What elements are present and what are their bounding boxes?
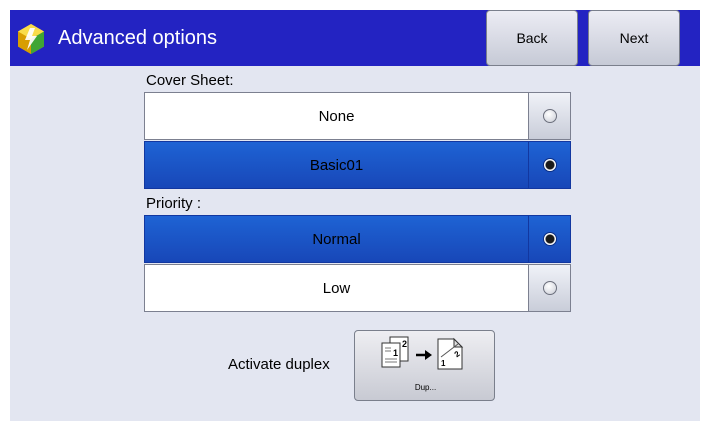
page-number: 1 [393,348,398,358]
advanced-options-screen: Advanced options Back Next Cover Sheet: … [10,10,700,421]
cover-sheet-option-none[interactable]: None [144,92,571,140]
page-number: 1 [441,359,446,368]
option-label: None [144,92,529,140]
duplex-pages-icon: 2 1 2 1 [381,336,464,370]
option-label: Basic01 [144,141,529,189]
priority-option-low[interactable]: Low [144,264,571,312]
radio-selected-icon [542,232,557,246]
radio-unselected-icon [542,109,557,123]
radio-selected-icon [542,158,557,172]
priority-label: Priority : [146,195,202,212]
back-button[interactable]: Back [486,10,578,66]
cover-sheet-label: Cover Sheet: [146,72,234,89]
priority-option-normal[interactable]: Normal [144,215,571,263]
next-button[interactable]: Next [588,10,680,66]
radio-button[interactable] [529,92,571,140]
radio-button[interactable] [529,141,571,189]
app-icon [18,24,44,54]
radio-unselected-icon [542,281,557,295]
activate-duplex-label: Activate duplex [228,356,330,373]
radio-button[interactable] [529,264,571,312]
cover-sheet-option-basic01[interactable]: Basic01 [144,141,571,189]
duplex-button-caption: Dup... [414,383,437,392]
page-title: Advanced options [58,27,218,49]
option-label: Low [144,264,529,312]
title-bar: Advanced options Back Next [10,10,700,66]
option-label: Normal [144,215,529,263]
page-number: 2 [402,339,407,349]
duplex-button[interactable]: 2 1 2 1 Dup... [354,330,495,401]
radio-button[interactable] [529,215,571,263]
